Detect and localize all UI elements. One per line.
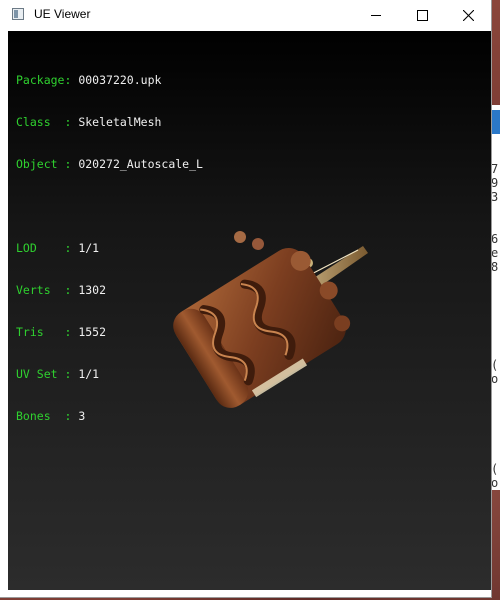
info-label: Object :: [16, 157, 72, 171]
background-text: o: [491, 476, 499, 490]
background-text: (: [491, 462, 499, 476]
info-label: LOD :: [16, 241, 72, 255]
background-text: 6: [491, 232, 499, 246]
background-window-highlight: [492, 110, 500, 134]
background-text: (: [491, 358, 499, 372]
info-label: Bones :: [16, 409, 72, 423]
minimize-button[interactable]: [353, 0, 399, 31]
info-value: 1302: [78, 283, 107, 297]
maximize-icon: [416, 10, 428, 21]
info-value: 3: [78, 409, 86, 423]
mesh-knob: [252, 238, 264, 250]
info-label: UV Set :: [16, 367, 72, 381]
info-label: Package:: [16, 73, 72, 87]
background-text: 8: [491, 260, 499, 274]
title-bar[interactable]: UE Viewer: [0, 0, 491, 31]
info-value: 1/1: [78, 241, 100, 255]
info-label: Verts :: [16, 283, 72, 297]
skeletal-mesh-model[interactable]: [158, 216, 368, 416]
maximize-button[interactable]: [399, 0, 445, 31]
window-title: UE Viewer: [34, 7, 91, 21]
mesh-knob: [234, 231, 246, 243]
background-text: 9: [491, 176, 499, 190]
info-row-object: Object : 020272_Autoscale_L: [16, 157, 203, 171]
background-text: 3: [491, 190, 499, 204]
info-value: 1/1: [78, 367, 100, 381]
ue-viewer-window: UE Viewer Package: 00037220.upk Class : …: [0, 0, 491, 597]
close-button[interactable]: [445, 0, 491, 31]
app-icon[interactable]: [12, 8, 24, 20]
info-value: SkeletalMesh: [78, 115, 162, 129]
background-text: o: [491, 372, 499, 386]
background-text: 7: [491, 162, 499, 176]
info-row-class: Class : SkeletalMesh: [16, 115, 203, 129]
info-label: Class :: [16, 115, 72, 129]
info-label: Tris :: [16, 325, 72, 339]
minimize-icon: [371, 15, 381, 16]
background-text: e: [491, 246, 499, 260]
close-icon: [462, 10, 474, 21]
info-value: 00037220.upk: [78, 73, 162, 87]
info-value: 020272_Autoscale_L: [78, 157, 203, 171]
3d-viewport[interactable]: Package: 00037220.upk Class : SkeletalMe…: [8, 31, 491, 590]
info-value: 1552: [78, 325, 107, 339]
info-row-package: Package: 00037220.upk: [16, 73, 203, 87]
